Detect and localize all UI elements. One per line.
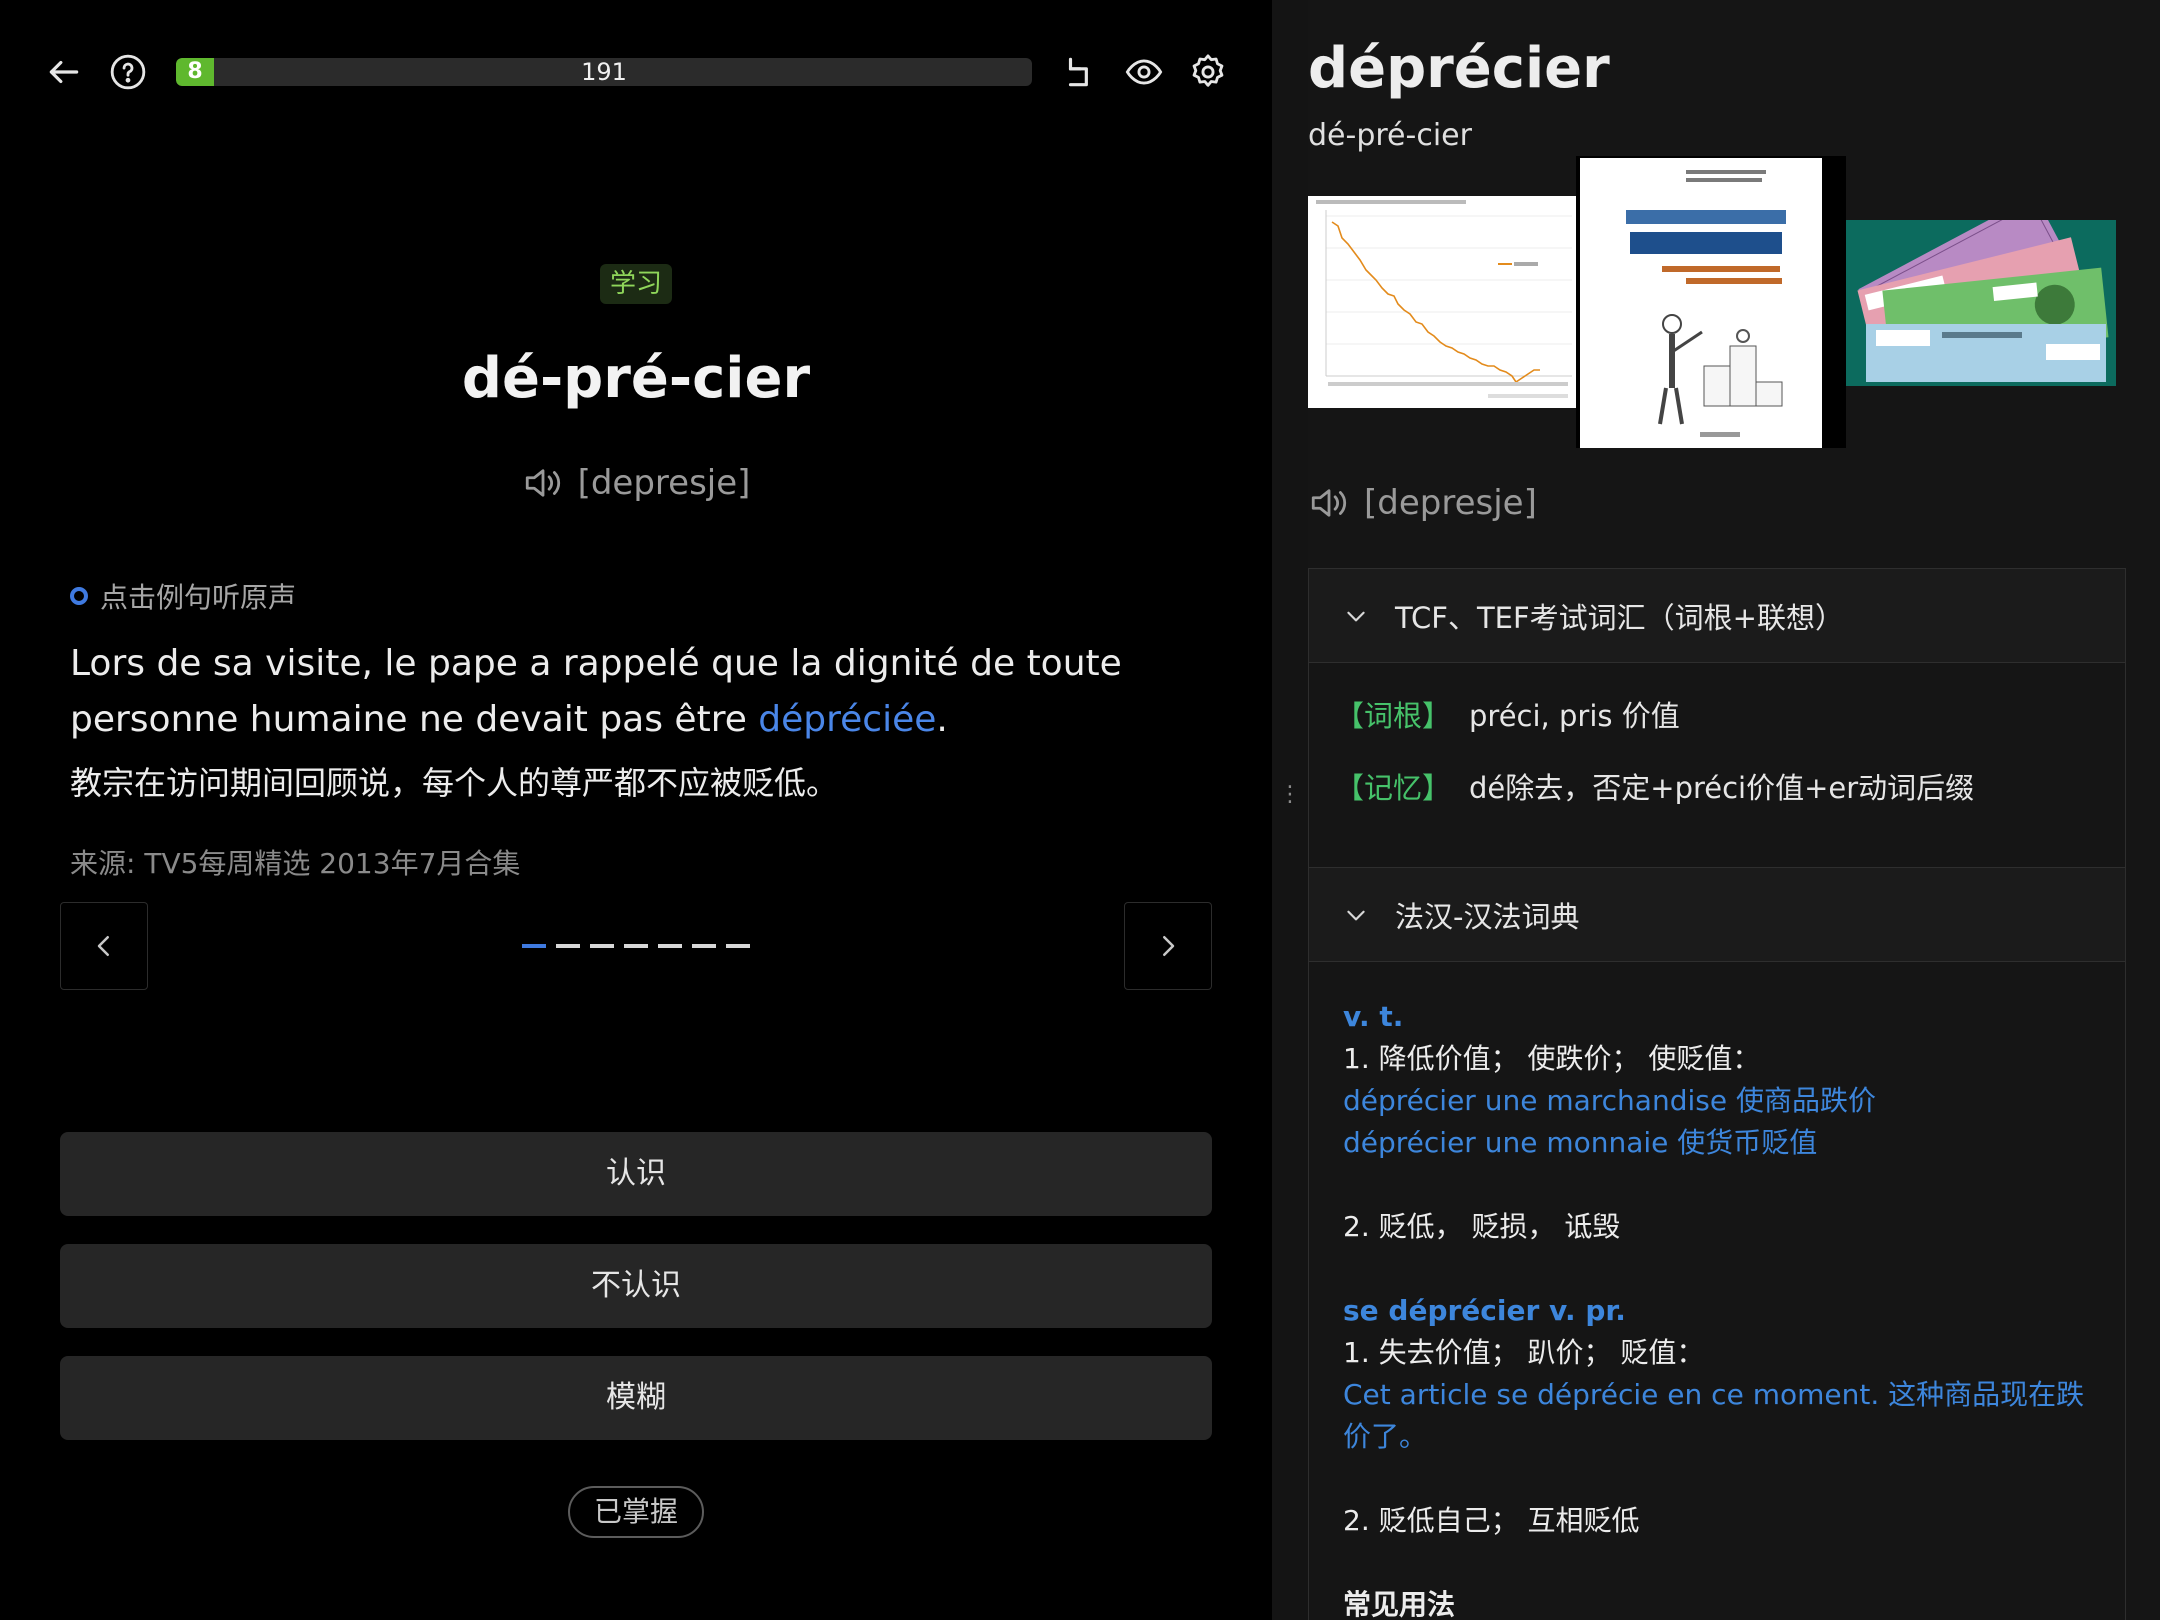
section-header-fr-zh-dictionary[interactable]: 法汉-汉法词典 — [1309, 868, 2125, 962]
headword: déprécier — [1308, 36, 1610, 101]
banknotes-graphic — [1846, 220, 2116, 386]
example-line[interactable]: Cet article se déprécie en ce moment. 这种… — [1343, 1374, 2091, 1458]
hint-text: 点击例句听原声 — [100, 581, 297, 614]
section-body-fr-zh-dictionary: v. t. 1. 降低价值； 使跌价； 使贬值： déprécier une m… — [1309, 962, 2125, 1620]
back-button[interactable] — [38, 46, 90, 98]
example-line[interactable]: déprécier une monnaie 使货币贬值 — [1343, 1122, 2091, 1164]
pager-dot[interactable] — [590, 944, 614, 948]
speaker-icon[interactable] — [1308, 482, 1350, 524]
pronunciation-row[interactable]: [depresje] — [0, 462, 1272, 504]
phonetic-text: [depresje] — [577, 463, 751, 503]
example-pager — [522, 944, 750, 948]
section-body-exam-vocab: 【词根】 préci, pris 价值 【记忆】 dé除去，否定+préci价值… — [1309, 663, 2125, 868]
help-icon — [110, 54, 146, 90]
progress-bar: 191 8 — [176, 58, 1032, 86]
book-cover-graphic — [1576, 156, 1846, 448]
part-of-speech: v. t. — [1343, 1000, 1404, 1033]
chevron-down-icon — [1347, 611, 1365, 621]
study-pane: 191 8 学习 dé-pré-cier [depresje] 点击例句听原声 … — [0, 0, 1272, 1620]
dictionary-sections: TCF、TEF考试词汇（词根+联想） 【词根】 préci, pris 价值 【… — [1308, 568, 2126, 1620]
pager-dot[interactable] — [624, 944, 648, 948]
example-fr-after: . — [936, 699, 948, 740]
image-depreciation-chart[interactable] — [1308, 196, 1576, 408]
dont-know-button[interactable]: 不认识 — [60, 1244, 1212, 1328]
undo-button[interactable] — [1054, 46, 1106, 98]
arrow-left-icon — [49, 60, 79, 84]
mode-badge: 学习 — [600, 264, 672, 304]
example-line[interactable]: déprécier une marchandise 使商品跌价 — [1343, 1080, 2091, 1122]
help-button[interactable] — [102, 46, 154, 98]
section-header-exam-vocab[interactable]: TCF、TEF考试词汇（词根+联想） — [1309, 569, 2125, 663]
usage-heading: 常见用法 — [1343, 1588, 1456, 1620]
gear-icon — [1192, 54, 1224, 87]
detail-pronunciation-row[interactable]: [depresje] — [1308, 482, 1537, 524]
example-source: 来源: TV5每周精选 2013年7月合集 — [70, 847, 521, 880]
memo-tag: 【记忆】 — [1335, 771, 1452, 805]
sense-line: 2. 贬低自己； 互相贬低 — [1343, 1504, 1640, 1537]
word-syllables: dé-pré-cier — [461, 346, 811, 411]
mastered-button[interactable]: 已掌握 — [568, 1486, 704, 1538]
resize-handle-icon[interactable]: ⋮ — [1278, 784, 1302, 820]
progress-done-count: 8 — [187, 59, 203, 84]
pager-dot[interactable] — [726, 944, 750, 948]
root-text: préci, pris 价值 — [1469, 699, 1680, 733]
speaker-icon[interactable] — [522, 462, 564, 504]
root-line: 【词根】 préci, pris 价值 — [1335, 693, 2099, 735]
detail-phonetic-text: [depresje] — [1364, 483, 1537, 523]
vague-button[interactable]: 模糊 — [60, 1356, 1212, 1440]
pager-dot[interactable] — [556, 944, 580, 948]
sense-line: 2. 贬低， 贬损， 诋毁 — [1343, 1210, 1621, 1243]
chevron-right-icon — [1163, 936, 1175, 956]
undo-icon — [1068, 57, 1088, 87]
chevron-down-icon — [1347, 910, 1365, 920]
memo-text: dé除去，否定+préci价值+er动词后缀 — [1469, 771, 1975, 805]
section-title: 法汉-汉法词典 — [1395, 899, 1580, 934]
example-sentence-fr[interactable]: Lors de sa visite, le pape a rappelé que… — [70, 636, 1210, 748]
root-tag: 【词根】 — [1335, 699, 1452, 733]
part-of-speech: se déprécier v. pr. — [1343, 1294, 1626, 1327]
sense-line: 1. 失去价值； 趴价； 贬值： — [1343, 1336, 1705, 1369]
progress-total: 191 — [581, 58, 627, 86]
hint-dot-icon — [70, 587, 88, 605]
chart-thumbnail-graphic — [1308, 196, 1576, 408]
settings-button[interactable] — [1182, 46, 1234, 98]
prev-example-button[interactable] — [60, 902, 148, 990]
pager-dot[interactable] — [522, 944, 546, 948]
know-button[interactable]: 认识 — [60, 1132, 1212, 1216]
eye-icon — [1125, 59, 1163, 85]
headword-syllables: dé-pré-cier — [1308, 118, 1472, 153]
sense-line: 1. 降低价值； 使跌价； 使贬值： — [1343, 1042, 1761, 1075]
reveal-button[interactable] — [1118, 46, 1170, 98]
example-fr-before: Lors de sa visite, le pape a rappelé que… — [70, 643, 1122, 740]
example-fr-highlight: dépréciée — [758, 699, 937, 740]
next-example-button[interactable] — [1124, 902, 1212, 990]
listen-hint: 点击例句听原声 — [70, 576, 296, 616]
image-banknotes[interactable] — [1846, 220, 2116, 386]
dictionary-pane: déprécier dé-pré-cier [depresje] TCF、TEF… — [1272, 0, 2160, 1620]
pager-dot[interactable] — [658, 944, 682, 948]
chevron-left-icon — [97, 936, 109, 956]
example-sentence-zh: 教宗在访问期间回顾说，每个人的尊严都不应被贬低。 — [70, 764, 839, 802]
image-book-cover[interactable] — [1576, 156, 1846, 448]
section-title: TCF、TEF考试词汇（词根+联想） — [1395, 600, 1844, 635]
pager-dot[interactable] — [692, 944, 716, 948]
memo-line: 【记忆】 dé除去，否定+préci价值+er动词后缀 — [1335, 765, 2099, 807]
